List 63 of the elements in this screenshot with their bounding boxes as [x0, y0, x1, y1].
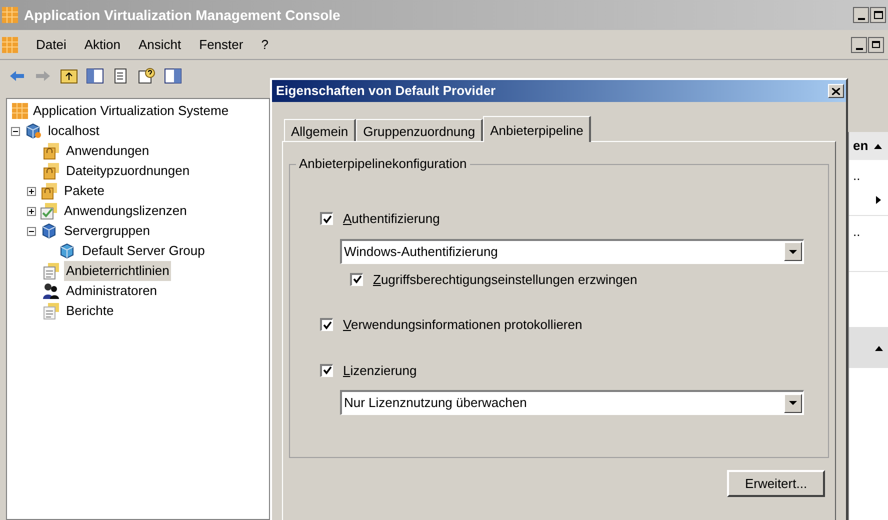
group-title: Anbieterpipelinekonfiguration [296, 156, 470, 172]
folder-lock-icon [42, 142, 60, 160]
tree-item[interactable]: localhost [46, 121, 102, 141]
tree-item[interactable]: Pakete [62, 181, 106, 201]
maximize-button[interactable] [870, 7, 886, 23]
action-text[interactable]: .. [853, 222, 860, 242]
minimize-button[interactable] [853, 7, 869, 23]
checkbox-label: Lizenzierung [343, 362, 417, 380]
tab[interactable]: Anbieterpipeline [483, 116, 592, 142]
tree-item[interactable]: Anwendungslizenzen [62, 201, 189, 221]
tree-item[interactable]: Servergruppen [62, 221, 152, 241]
checkbox-label: Authentifizierung [343, 210, 440, 228]
menu-item[interactable]: Datei [36, 34, 66, 54]
checkbox[interactable] [350, 272, 363, 286]
checkbox[interactable] [320, 364, 333, 377]
collapse-arrow-icon [875, 346, 883, 350]
server-icon [24, 122, 42, 140]
folder-lock-icon [42, 162, 60, 180]
tree-item[interactable]: Default Server Group [80, 241, 207, 261]
document-icon [42, 302, 60, 320]
grid-icon [2, 36, 18, 52]
tree-item[interactable]: Anbieterrichtlinien [64, 261, 172, 281]
tree-item[interactable]: Application Virtualization Systeme [33, 101, 229, 121]
tree-item[interactable]: Dateitypzuordnungen [64, 161, 192, 181]
document-icon [42, 262, 60, 280]
tree-item[interactable]: Berichte [64, 301, 116, 321]
grid-icon [11, 102, 29, 120]
restore-button[interactable] [868, 36, 884, 52]
submenu-arrow-icon [876, 196, 882, 204]
action-text[interactable]: .. [853, 166, 860, 186]
tab[interactable]: Allgemein [284, 119, 356, 141]
dropdown-value: Nur Lizenznutzung überwachen [343, 394, 527, 412]
menu-item[interactable]: Ansicht [138, 34, 182, 54]
close-button[interactable] [828, 84, 844, 98]
dropdown[interactable]: Nur Lizenznutzung überwachen [340, 390, 804, 415]
expand-toggle[interactable] [27, 206, 36, 216]
menu-item[interactable]: ? [261, 34, 268, 54]
collapse-toggle[interactable] [27, 226, 36, 236]
dialog-title: Eigenschaften von Default Provider [276, 82, 496, 100]
checkbox[interactable] [320, 318, 333, 332]
window-title: Application Virtualization Management Console [24, 6, 342, 25]
checkbox[interactable] [320, 212, 333, 226]
pane-header: en [853, 137, 868, 156]
dropdown[interactable]: Windows-Authentifizierung [340, 238, 804, 264]
folder-lock-icon [40, 182, 58, 200]
checkbox-label: Verwendungsinformationen protokollieren [343, 316, 582, 334]
grid-icon [2, 7, 18, 23]
check-document-icon [40, 202, 58, 220]
menu-item[interactable]: Aktion [84, 34, 120, 54]
collapse-toggle[interactable] [11, 126, 20, 136]
close-icon [832, 88, 840, 94]
menu-item[interactable]: Fenster [199, 34, 244, 54]
checkbox-label: Zugriffsberechtigungseinstellungen erzwingen [373, 270, 638, 289]
users-icon [42, 282, 60, 300]
dropdown-value: Windows-Authentifizierung [343, 242, 498, 261]
server-icon [40, 222, 58, 240]
tree-item[interactable]: Administratoren [64, 281, 160, 301]
tree-item[interactable]: Anwendungen [64, 141, 152, 161]
server-icon [58, 242, 76, 260]
collapse-arrow-icon [874, 144, 882, 148]
advanced-button[interactable]: Erweitert... [727, 470, 825, 497]
expand-toggle[interactable] [27, 186, 36, 196]
minimize-button[interactable] [851, 36, 867, 52]
